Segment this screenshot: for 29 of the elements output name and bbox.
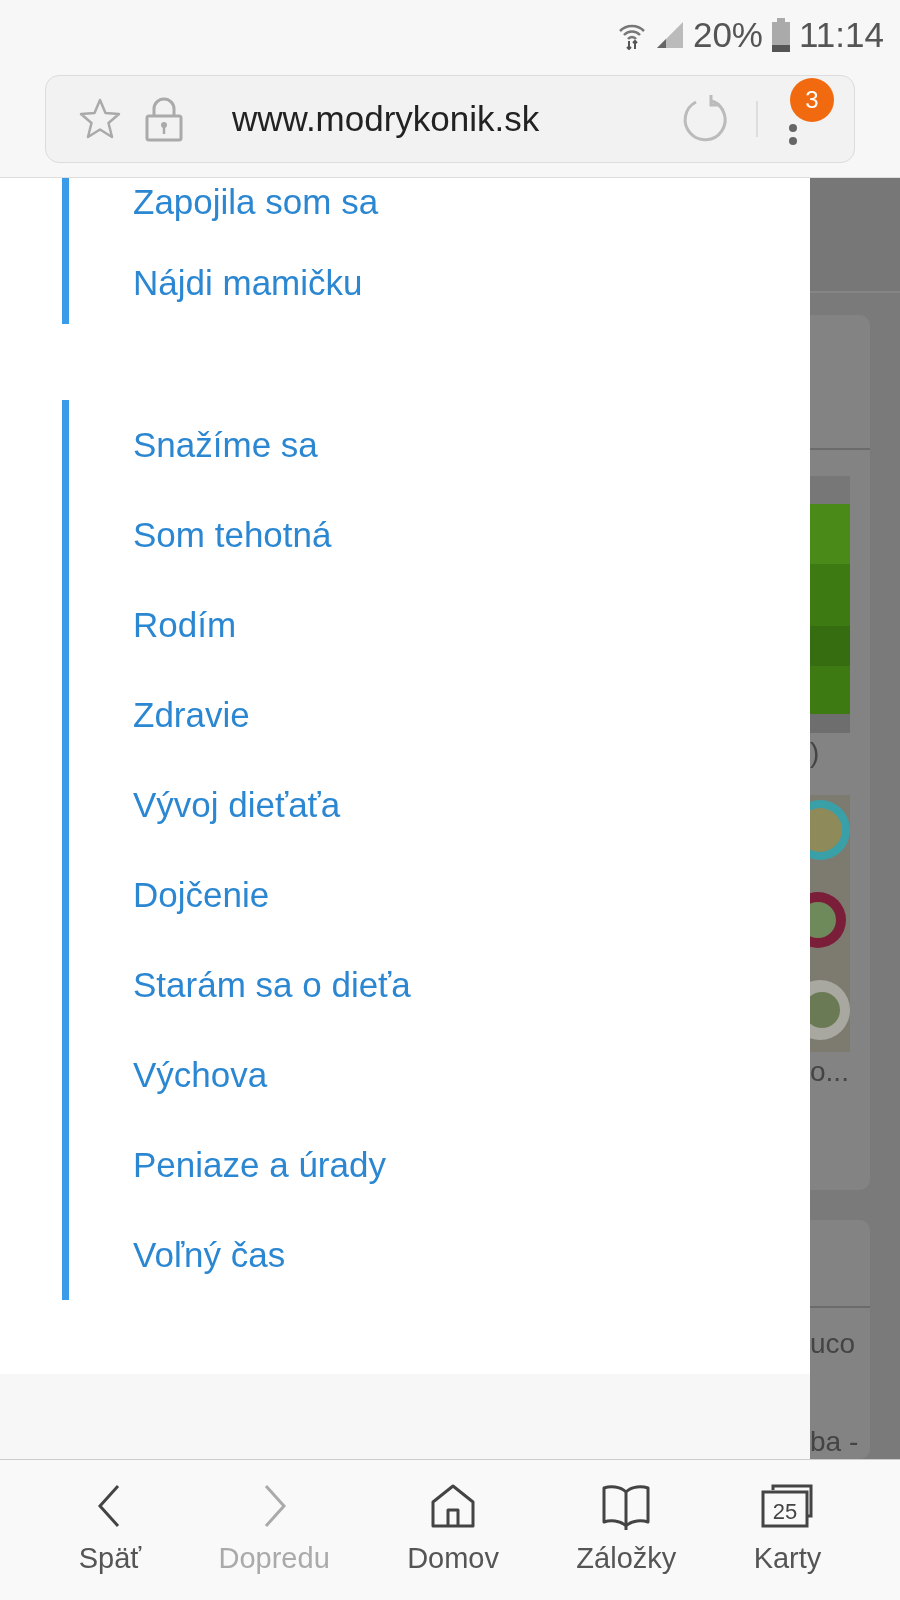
caption-text: o... (810, 1055, 849, 1088)
caption-text: ) (810, 736, 820, 769)
notification-badge: 3 (790, 77, 834, 122)
menu-link[interactable]: Výchova (69, 1029, 810, 1120)
clock-time: 11:14 (799, 14, 884, 55)
menu-link[interactable]: Starám sa o dieťa (69, 939, 810, 1030)
more-icon (788, 123, 798, 146)
menu-link[interactable]: Rodím (69, 579, 810, 670)
nav-button[interactable]: Späť (68, 1460, 152, 1600)
menu-link[interactable]: Som tehotná (69, 489, 810, 580)
url-text[interactable]: www.modrykonik.sk (232, 98, 682, 139)
menu-link[interactable]: Zapojila som sa (69, 177, 810, 243)
battery-icon (771, 17, 791, 52)
battery-percent: 20% (692, 14, 763, 55)
star-icon[interactable] (78, 96, 122, 141)
menu-link[interactable]: Zdravie (69, 669, 810, 760)
caption-text: uco (810, 1327, 856, 1360)
menu-link[interactable]: Voľný čas (69, 1209, 810, 1300)
lock-icon (144, 95, 184, 142)
menu-link[interactable]: Dojčenie (69, 849, 810, 940)
menu-link[interactable]: Vývoj dieťaťa (69, 759, 810, 850)
nav-button[interactable]: Záložky (566, 1460, 687, 1600)
menu-link[interactable]: Snažíme sa (69, 399, 810, 490)
nav-button[interactable]: 25 Karty (743, 1460, 832, 1600)
reload-icon[interactable] (682, 94, 730, 143)
menu-link[interactable]: Nájdi mamičku (69, 242, 810, 324)
caption-text: ba - (810, 1425, 859, 1458)
menu-link[interactable]: Peniaze a úrady (69, 1119, 810, 1210)
nav-button[interactable]: Domov (397, 1460, 509, 1600)
